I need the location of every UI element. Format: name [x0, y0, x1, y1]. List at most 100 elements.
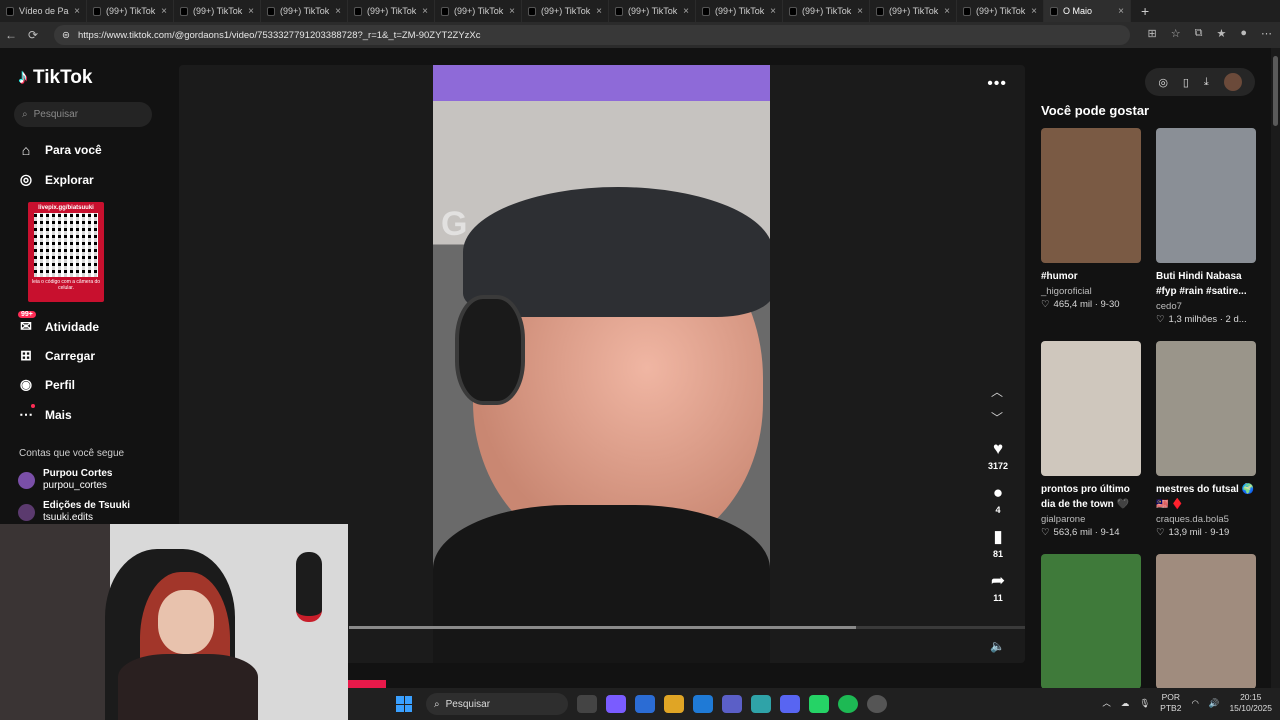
file-explorer-icon[interactable] [664, 695, 684, 713]
browser-tab[interactable]: (99+) TikTok × [435, 0, 522, 22]
discord-icon[interactable] [780, 695, 800, 713]
tab-close-icon[interactable]: × [1031, 6, 1037, 17]
recommendation-card[interactable]: prontos pro último dia de the town 🖤 gia… [1041, 341, 1141, 538]
browser-tab[interactable]: (99+) TikTok × [348, 0, 435, 22]
menu-perfil[interactable]: ◉ Perfil [18, 376, 75, 393]
tab-close-icon[interactable]: × [509, 6, 515, 17]
new-tab-button[interactable]: + [1141, 3, 1149, 19]
browser-tab[interactable]: (99+) TikTok × [870, 0, 957, 22]
wifi-icon[interactable]: ◠ [1191, 698, 1198, 709]
video-progress-bar[interactable] [349, 626, 1025, 629]
language-indicator[interactable]: POR PTB2 [1160, 692, 1181, 714]
recommendation-card[interactable]: Buti Hindi Nabasa #fyp #rain #satire... … [1156, 128, 1256, 325]
mic-icon[interactable]: 🎙 [1139, 698, 1150, 709]
teams-icon[interactable] [722, 695, 742, 713]
volume-icon[interactable]: 🔈 [990, 639, 1005, 653]
tab-close-icon[interactable]: × [683, 6, 689, 17]
tab-close-icon[interactable]: × [335, 6, 341, 17]
card-thumbnail[interactable] [1156, 128, 1256, 263]
site-info-icon[interactable]: ⊜ [62, 30, 70, 41]
search-input[interactable]: ⌕ Pesquisar [14, 102, 152, 127]
card-thumbnail[interactable] [1041, 341, 1141, 476]
following-item[interactable]: Edições de Tsuuki tsuuki.edits [18, 500, 130, 524]
reload-icon[interactable]: ⟳ [22, 28, 44, 42]
next-video-button[interactable]: ﹀ [991, 409, 1003, 426]
tab-favicon-icon [267, 6, 275, 16]
tiktok-logo[interactable]: ♪ TikTok [18, 66, 92, 89]
outlook-icon[interactable] [693, 695, 713, 713]
share-button[interactable]: ➦ 11 [984, 571, 1012, 603]
recommendation-card[interactable] [1156, 554, 1256, 689]
tab-close-icon[interactable]: × [944, 6, 950, 17]
back-icon[interactable]: ← [0, 28, 22, 42]
browser-tab[interactable]: (99+) TikTok × [174, 0, 261, 22]
browser-tab[interactable]: (99+) TikTok × [696, 0, 783, 22]
tab-close-icon[interactable]: × [74, 6, 80, 17]
like-button[interactable]: ♥ 3172 [984, 439, 1012, 471]
collections-icon[interactable]: ★ [1216, 27, 1226, 40]
profile-icon[interactable]: ● [1240, 27, 1247, 40]
tray-chevron-icon[interactable]: ︿ [1102, 697, 1111, 709]
windows-start-button[interactable] [396, 696, 412, 712]
obs-icon[interactable] [867, 695, 887, 713]
card-thumbnail[interactable] [1041, 554, 1141, 689]
device-icon[interactable]: ▯ [1183, 76, 1189, 89]
more-options-button[interactable]: ••• [987, 75, 1007, 93]
copilot-icon[interactable] [606, 695, 626, 713]
following-item[interactable]: Purpou Cortes purpou_cortes [18, 468, 112, 492]
browser-tab[interactable]: (99+) TikTok × [522, 0, 609, 22]
edge-icon[interactable] [751, 695, 771, 713]
menu-atividade[interactable]: ✉ 99+ Atividade [18, 311, 99, 335]
previous-video-button[interactable]: ︿ [991, 383, 1003, 400]
browser-tab[interactable]: Vídeo de Pa... × [0, 0, 87, 22]
save-button[interactable]: ▮ 81 [984, 527, 1012, 559]
card-thumbnail[interactable] [1156, 341, 1256, 476]
comment-button[interactable]: ● 4 [984, 483, 1012, 515]
browser-tab[interactable]: (99+) TikTok × [261, 0, 348, 22]
download-icon[interactable]: ⤓ [1204, 76, 1209, 89]
taskbar-search[interactable]: ⌕ Pesquisar [426, 693, 568, 715]
clock[interactable]: 20:15 15/10/2025 [1229, 692, 1272, 714]
menu-para-voce[interactable]: ⌂ Para você [18, 142, 102, 158]
browser-tab[interactable]: (99+) TikTok × [609, 0, 696, 22]
store-icon[interactable] [635, 695, 655, 713]
spotify-icon[interactable] [838, 695, 858, 713]
menu-carregar[interactable]: ⊞ Carregar [18, 347, 95, 364]
explore-icon[interactable]: ◎ [1158, 76, 1168, 89]
extensions-icon[interactable]: ⧉ [1195, 27, 1203, 40]
task-view-icon[interactable] [577, 695, 597, 713]
tab-label: (99+) TikTok [193, 6, 243, 16]
browser-tab[interactable]: (99+) TikTok × [957, 0, 1044, 22]
tab-close-icon[interactable]: × [1118, 6, 1124, 17]
tab-close-icon[interactable]: × [596, 6, 602, 17]
tab-close-icon[interactable]: × [248, 6, 254, 17]
card-thumbnail[interactable] [1156, 554, 1256, 689]
browser-tab[interactable]: O Maio × [1044, 0, 1131, 22]
favorite-icon[interactable]: ☆ [1171, 27, 1181, 40]
menu-explorar[interactable]: ◎ Explorar [18, 171, 94, 188]
heart-icon: ♥ [992, 439, 1004, 458]
settings-icon[interactable]: ⋯ [1261, 27, 1272, 40]
user-avatar[interactable] [1223, 73, 1242, 91]
tab-close-icon[interactable]: × [422, 6, 428, 17]
url-field[interactable]: ⊜ https://www.tiktok.com/@gordaons1/vide… [54, 25, 1130, 45]
browser-tab[interactable]: (99+) TikTok × [783, 0, 870, 22]
tab-close-icon[interactable]: × [161, 6, 167, 17]
card-thumbnail[interactable] [1041, 128, 1141, 263]
whatsapp-icon[interactable] [809, 695, 829, 713]
scrollbar-thumb[interactable] [1273, 56, 1278, 126]
translate-icon[interactable]: ⊞ [1148, 27, 1157, 40]
tab-close-icon[interactable]: × [857, 6, 863, 17]
menu-mais[interactable]: ⋯ Mais [18, 404, 72, 423]
cloud-icon[interactable]: ☁ [1121, 698, 1130, 709]
recommendation-card[interactable]: #humor _higoroficial ♡ 465,4 mil · 9-30 [1041, 128, 1141, 310]
video-frame[interactable]: G [433, 65, 770, 663]
tab-close-icon[interactable]: × [770, 6, 776, 17]
speaker-icon[interactable]: 🔊 [1209, 698, 1220, 709]
page-scrollbar[interactable] [1271, 48, 1280, 688]
card-user: craques.da.bola5 [1156, 514, 1229, 525]
recommendation-card[interactable]: mestres do futsal 🌍 🇲🇾 ♦️ craques.da.bol… [1156, 341, 1256, 538]
browser-tab[interactable]: (99+) TikTok × [87, 0, 174, 22]
search-icon: ⌕ [434, 698, 440, 710]
recommendation-card[interactable] [1041, 554, 1141, 689]
